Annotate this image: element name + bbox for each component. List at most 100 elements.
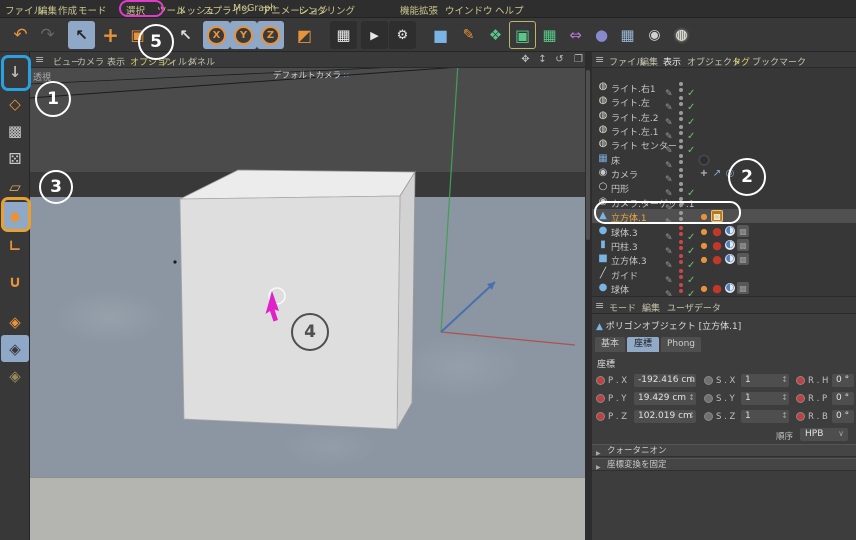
enabled-check-icon[interactable]: [687, 138, 697, 150]
lock-workplane-button[interactable]: [1, 335, 29, 362]
viewport-hamburger-icon[interactable]: ≡: [35, 53, 44, 66]
snap-magnet-button[interactable]: [1, 268, 29, 295]
tab-basic[interactable]: 基本: [595, 337, 625, 352]
om-menu-edit[interactable]: 編集: [640, 55, 658, 68]
am-menu-userdata[interactable]: ユーザデータ: [667, 301, 721, 314]
phong-tag-icon[interactable]: [698, 282, 710, 294]
object-row[interactable]: ライト センター: [592, 137, 856, 151]
subdivision-surface-button[interactable]: [482, 21, 509, 49]
object-row[interactable]: 球体: [592, 281, 856, 295]
points-mode-button[interactable]: [1, 145, 29, 172]
material-tag-icon[interactable]: [711, 282, 723, 294]
sy-field[interactable]: 1↕: [741, 392, 789, 405]
am-hamburger-icon[interactable]: ≡: [595, 299, 604, 312]
deformer-button[interactable]: [588, 21, 615, 49]
viewport-menu-display[interactable]: 表示: [107, 55, 125, 68]
rotate-view-icon[interactable]: ↺: [552, 54, 567, 67]
am-menu-edit[interactable]: 編集: [642, 301, 660, 314]
om-menu-bookmarks[interactable]: ブックマーク: [752, 55, 806, 68]
enabled-check-icon[interactable]: [687, 81, 697, 93]
scene-light-button[interactable]: [668, 21, 695, 49]
spinner-icon[interactable]: ↕: [781, 411, 788, 420]
visibility-dots[interactable]: [679, 283, 684, 294]
edit-toggle-icon[interactable]: [665, 225, 676, 237]
selection-tag-icon[interactable]: [737, 225, 749, 237]
menu-window[interactable]: ウインドウ: [445, 3, 493, 17]
edit-toggle-icon[interactable]: [665, 282, 676, 294]
visibility-dots[interactable]: [679, 168, 684, 179]
viewport-menu-panel[interactable]: パネル: [188, 55, 215, 68]
camera-name-label[interactable]: デフォルトカメラ ∷: [273, 69, 349, 81]
keyframe-dot-pz[interactable]: [596, 412, 605, 421]
visibility-dots[interactable]: [679, 111, 684, 122]
visibility-dots[interactable]: [679, 82, 684, 93]
rb-field[interactable]: 0 °: [832, 410, 854, 423]
edit-toggle-icon[interactable]: [665, 124, 676, 136]
redo-button[interactable]: [34, 21, 61, 49]
symmetry-button[interactable]: [562, 21, 589, 49]
tab-phong[interactable]: Phong: [661, 337, 701, 352]
om-menu-display[interactable]: 表示: [663, 55, 681, 68]
workplane-button[interactable]: [1, 308, 29, 335]
enabled-check-icon[interactable]: [687, 239, 697, 251]
volume-button[interactable]: [536, 21, 563, 49]
menu-extensions[interactable]: 機能拡張: [400, 3, 438, 17]
edit-toggle-icon[interactable]: [665, 167, 676, 179]
environment-floor-button[interactable]: [614, 21, 641, 49]
quaternion-fold[interactable]: クォータニオン: [592, 444, 856, 457]
undo-button[interactable]: [7, 21, 34, 49]
spinner-icon[interactable]: ↕: [688, 411, 695, 420]
viewport-menu-view[interactable]: ビュー: [53, 55, 80, 68]
edit-toggle-icon[interactable]: [665, 138, 676, 150]
axis-mode-button[interactable]: [1, 232, 29, 259]
pz-field[interactable]: 102.019 cm↕: [634, 410, 696, 423]
om-hamburger-icon[interactable]: ≡: [595, 53, 604, 66]
visibility-dots[interactable]: [679, 154, 684, 165]
material-tag-icon[interactable]: [698, 153, 710, 165]
render-settings-button[interactable]: [389, 21, 416, 49]
edit-toggle-icon[interactable]: [665, 110, 676, 122]
panel-divider[interactable]: [585, 52, 592, 540]
py-field[interactable]: 19.429 cm↕: [634, 392, 696, 405]
edit-toggle-icon[interactable]: [665, 95, 676, 107]
enabled-check-icon[interactable]: [687, 282, 697, 294]
move-tool[interactable]: [97, 21, 124, 49]
composition-tag-icon[interactable]: [698, 167, 710, 179]
keyframe-dot-sy[interactable]: [704, 394, 713, 403]
coordinate-system-button[interactable]: [291, 21, 318, 49]
primitive-cube-button[interactable]: [427, 21, 454, 49]
spinner-icon[interactable]: ↕: [781, 393, 788, 402]
z-axis-lock-button[interactable]: Z: [257, 21, 284, 49]
texture-tag-icon[interactable]: [724, 253, 736, 265]
y-axis-lock-button[interactable]: Y: [230, 21, 257, 49]
spline-pen-button[interactable]: [455, 21, 482, 49]
selection-tool[interactable]: [172, 21, 199, 49]
visibility-dots[interactable]: [679, 240, 684, 251]
enabled-check-icon[interactable]: [687, 95, 697, 107]
menu-help[interactable]: ヘルプ: [495, 3, 524, 17]
object-row[interactable]: ライト.左: [592, 94, 856, 108]
object-row[interactable]: ライト.右1: [592, 80, 856, 94]
edit-toggle-icon[interactable]: [665, 81, 676, 93]
object-row[interactable]: 球体.3: [592, 224, 856, 238]
texture-tag-icon[interactable]: [724, 282, 736, 294]
object-row[interactable]: ライト.左.2: [592, 109, 856, 123]
x-axis-lock-button[interactable]: X: [203, 21, 230, 49]
edit-toggle-icon[interactable]: [665, 253, 676, 265]
live-selection-tool[interactable]: [68, 21, 95, 49]
snap-workplane-button[interactable]: [1, 362, 29, 389]
material-tag-icon[interactable]: [711, 225, 723, 237]
material-tag-icon[interactable]: [711, 253, 723, 265]
enabled-check-icon[interactable]: [687, 268, 697, 280]
visibility-dots[interactable]: [679, 139, 684, 150]
aim-tag-icon[interactable]: [711, 167, 723, 179]
spinner-icon[interactable]: ↕: [688, 393, 695, 402]
object-row[interactable]: ガイド: [592, 267, 856, 281]
spinner-icon[interactable]: ↕: [688, 375, 695, 384]
menu-create[interactable]: 作成: [58, 3, 77, 17]
texture-tag-icon[interactable]: [724, 239, 736, 251]
visibility-dots[interactable]: [679, 226, 684, 237]
selection-tag-icon[interactable]: [737, 282, 749, 294]
enabled-check-icon[interactable]: [687, 110, 697, 122]
material-tag-icon[interactable]: [711, 239, 723, 251]
